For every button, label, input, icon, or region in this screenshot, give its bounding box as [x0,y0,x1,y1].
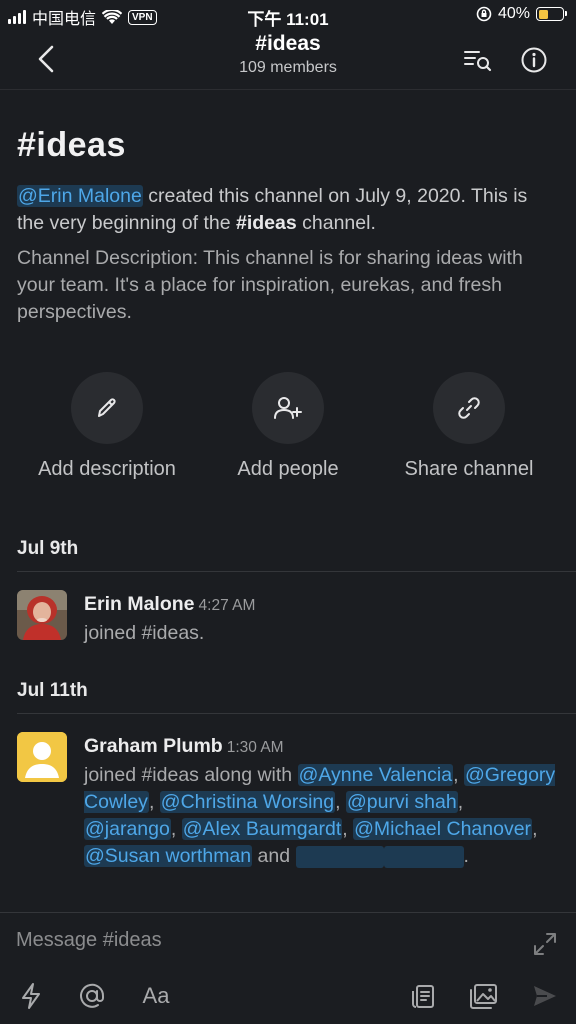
avatar-image [17,590,67,640]
message-item: Erin Malone 4:27 AM joined #ideas. [0,590,576,650]
avatar[interactable] [17,590,67,640]
attach-file-button[interactable] [406,979,440,1013]
channel-header: #ideas 109 members [0,32,576,90]
message-text: joined #ideas. [84,622,205,644]
add-person-icon [274,397,302,419]
separator: , [453,764,464,786]
at-icon [80,983,105,1008]
mention-button[interactable] [75,979,109,1013]
separator: , [148,791,160,813]
message-body: Erin Malone 4:27 AM joined #ideas. [84,590,556,647]
author-name[interactable]: Graham Plumb [84,735,223,757]
message-header: Erin Malone 4:27 AM [84,590,556,620]
battery-percent: 40% [497,5,530,22]
separator: , [170,818,182,840]
shortcuts-button[interactable] [14,979,48,1013]
separator: , [532,818,538,840]
add-description-button[interactable]: Add description [17,372,197,481]
channel-title: #ideas [17,126,126,164]
channel-description: Channel Description: This channel is for… [17,247,523,323]
expand-icon [534,933,556,955]
message-composer: Message #ideas Aa [0,912,576,1024]
message-text: joined #ideas along with @Aynne Valencia… [84,762,556,870]
search-list-icon [464,51,492,72]
message-time: 1:30 AM [226,739,284,756]
divider-line [17,571,576,572]
pencil-icon [98,398,116,417]
message-input[interactable]: Message #ideas [16,929,162,952]
date-label: Jul 11th [17,680,88,701]
add-description-circle[interactable] [71,372,143,444]
channel-created-text: @Erin Malone created this channel on Jul… [17,183,559,237]
add-description-label: Add description [38,458,176,480]
default-avatar-image [17,732,67,782]
format-text-button[interactable]: Aa [136,979,176,1013]
clipboard-icon [412,985,434,1008]
message-header: Graham Plumb 1:30 AM [84,732,556,762]
share-channel-button[interactable]: Share channel [379,372,559,481]
redacted-mention[interactable] [295,845,384,868]
channel-suffix: channel. [296,212,376,234]
send-button[interactable] [528,979,562,1013]
user-mention[interactable]: @Susan worthman [84,845,253,867]
user-mention[interactable]: @Christina Worsing [159,791,336,813]
message-item: Graham Plumb 1:30 AM joined #ideas along … [0,732,576,902]
channel-name-bold: #ideas [236,212,297,234]
share-channel-label: Share channel [404,458,534,480]
photo-gallery-icon [470,984,497,1009]
date-label: Jul 9th [17,538,79,559]
user-mention[interactable]: @Michael Chanover [353,818,533,840]
add-people-button[interactable]: Add people [198,372,378,481]
creator-mention[interactable]: @Erin Malone [17,185,143,207]
and-text: and [252,845,296,867]
add-people-circle[interactable] [252,372,324,444]
date-divider: Jul 9th [0,528,576,572]
info-icon [521,47,547,73]
date-divider: Jul 11th [0,670,576,714]
status-right: 40% [476,5,567,23]
channel-intro: #ideas @Erin Malone created this channel… [0,90,576,326]
user-mention[interactable]: @purvi shah [345,791,458,813]
separator: , [342,818,354,840]
search-channel-button[interactable] [462,44,494,76]
send-icon [534,986,556,1006]
author-name[interactable]: Erin Malone [84,593,195,615]
redacted-mention[interactable] [383,845,464,868]
message-body: Graham Plumb 1:30 AM joined #ideas along … [84,732,556,870]
user-mention[interactable]: @Aynne Valencia [297,764,454,786]
channel-actions: Add description Add people Share channel [0,372,576,482]
orientation-lock-icon [476,6,492,22]
add-people-label: Add people [237,458,339,480]
lightning-icon [22,983,40,1009]
link-icon [458,397,480,419]
battery-icon [536,7,567,21]
message-time: 4:27 AM [198,597,256,614]
status-bar: 中国电信 VPN 下午 11:01 40% [0,0,576,32]
share-channel-circle[interactable] [433,372,505,444]
channel-info-button[interactable] [518,44,550,76]
user-mention[interactable]: @Alex Baumgardt [181,818,343,840]
attach-photo-button[interactable] [467,979,501,1013]
avatar[interactable] [17,732,67,782]
user-mention[interactable]: @jarango [84,818,171,840]
period: . [463,845,469,867]
message-prefix: joined #ideas along with [84,764,298,786]
separator: , [335,791,346,813]
divider-line [17,713,576,714]
expand-composer-button[interactable] [530,929,560,959]
separator: , [457,791,464,813]
